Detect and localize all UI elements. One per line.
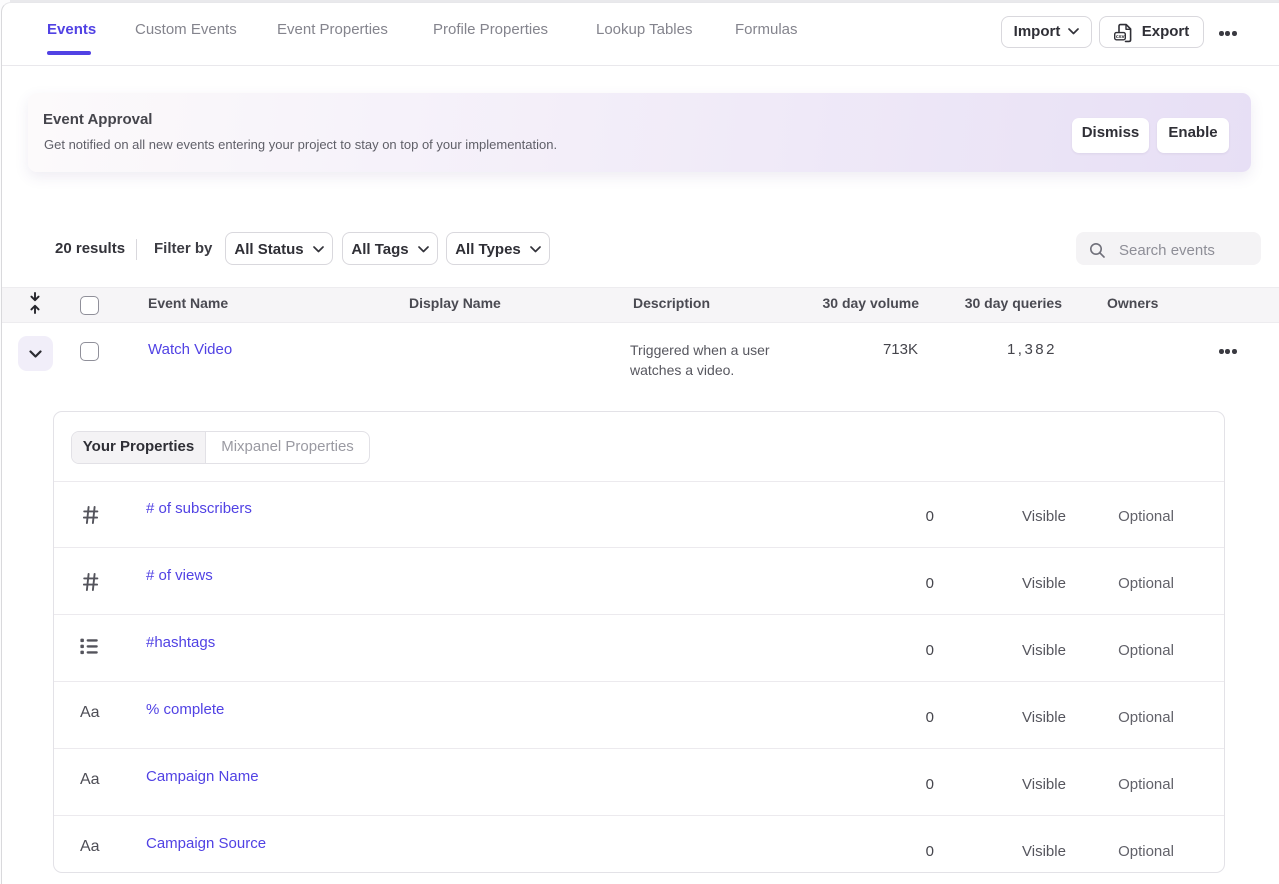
svg-text:csv: csv xyxy=(1116,34,1125,40)
